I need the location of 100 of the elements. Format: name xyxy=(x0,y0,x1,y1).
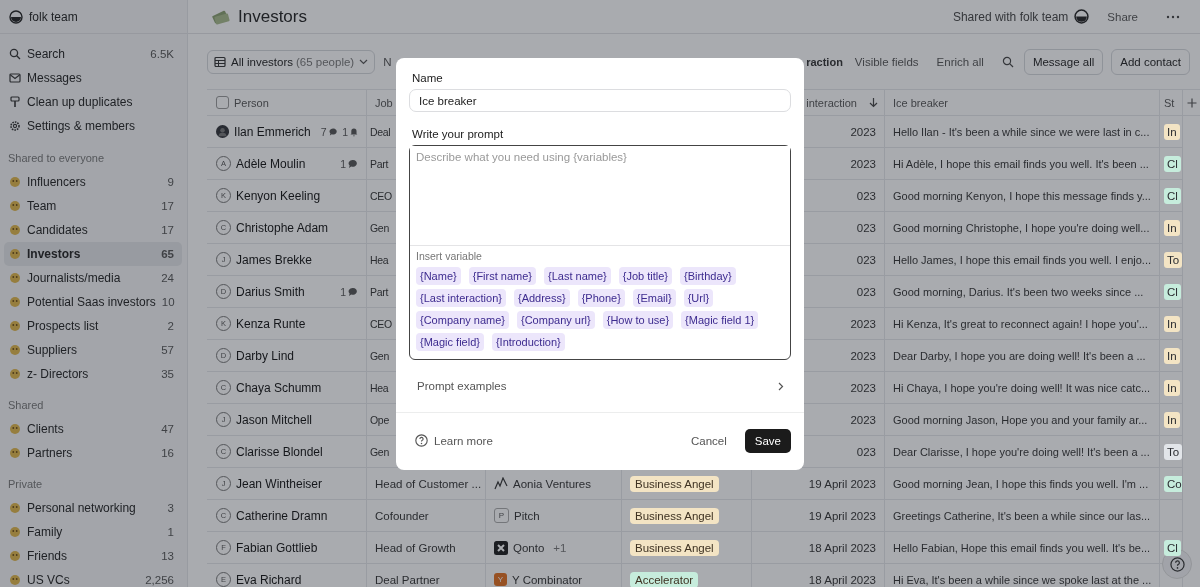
column-header[interactable]: Job xyxy=(375,96,393,109)
more-icon[interactable] xyxy=(1166,14,1180,19)
list-item[interactable]: Prospects list 2 xyxy=(4,314,182,338)
search-icon xyxy=(9,48,21,60)
status-tag: To xyxy=(1164,443,1182,460)
nav-label: Search xyxy=(27,47,66,61)
table-cell: Deal Partner xyxy=(375,573,440,586)
workspace-name[interactable]: folk team xyxy=(29,9,78,24)
toolbar-button[interactable]: Enrich all xyxy=(936,56,984,68)
sort-button[interactable]: raction xyxy=(806,56,843,68)
status-tag: In xyxy=(1164,315,1180,332)
person-name[interactable]: Adèle Moulin xyxy=(236,156,306,171)
variable-chip[interactable]: {Birthday} xyxy=(680,267,736,285)
list-item[interactable]: Clients 47 xyxy=(4,417,182,441)
list-item[interactable]: Potential Saas investors 10 xyxy=(4,290,182,314)
variable-chip[interactable]: {Email} xyxy=(632,289,676,307)
add-column-icon[interactable] xyxy=(1186,97,1197,108)
person-name[interactable]: Chaya Schumm xyxy=(236,380,322,395)
company-name[interactable]: Y Combinator xyxy=(512,573,583,586)
type-tag: Business Angel xyxy=(630,507,719,524)
person-name[interactable]: Jason Mitchell xyxy=(236,412,313,427)
column-header[interactable]: St xyxy=(1164,96,1175,109)
variable-chip[interactable]: {Magic field} xyxy=(416,333,484,351)
variable-chip[interactable]: {Introduction} xyxy=(491,333,565,351)
nav-label: Clean up duplicates xyxy=(27,95,133,109)
prompt-examples-row[interactable]: Prompt examples xyxy=(396,360,804,413)
variable-chip[interactable]: {Address} xyxy=(513,289,570,307)
list-item[interactable]: Family 1 xyxy=(4,520,182,544)
variable-chip[interactable]: {Company url} xyxy=(517,311,595,329)
variable-chip[interactable]: {Last name} xyxy=(544,267,611,285)
list-item[interactable]: Investors 65 xyxy=(4,242,182,266)
list-label: Personal networking xyxy=(27,501,136,515)
column-header[interactable]: Ice breaker xyxy=(893,96,949,109)
share-button[interactable]: Share xyxy=(1107,10,1138,23)
list-count: 3 xyxy=(167,502,174,514)
person-name[interactable]: Fabian Gottlieb xyxy=(236,540,318,555)
list-item[interactable]: Journalists/media 24 xyxy=(4,266,182,290)
person-name[interactable]: Catherine Dramn xyxy=(236,508,328,523)
person-name[interactable]: Kenyon Keeling xyxy=(236,188,321,203)
prompt-editor[interactable] xyxy=(409,145,791,360)
avatar-icon xyxy=(216,124,230,139)
person-name[interactable]: James Brekke xyxy=(236,252,313,267)
toolbar-button[interactable]: Add contact xyxy=(1111,49,1190,75)
search-icon[interactable] xyxy=(1001,56,1014,68)
column-header[interactable]: Person xyxy=(234,96,269,109)
company-name[interactable]: Qonto xyxy=(513,541,545,554)
variable-chip[interactable]: {First name} xyxy=(468,267,536,285)
list-item[interactable]: Influencers 9 xyxy=(4,170,182,194)
list-item[interactable]: Personal networking 3 xyxy=(4,496,182,520)
company-name[interactable]: Aonia Ventures xyxy=(513,477,591,490)
person-name[interactable]: Christophe Adam xyxy=(236,220,329,235)
save-button[interactable]: Save xyxy=(744,428,791,453)
variable-chip[interactable]: {Company name} xyxy=(416,311,509,329)
toolbar-button[interactable]: N xyxy=(383,56,392,68)
variable-chip[interactable]: {Url} xyxy=(683,289,714,307)
name-field[interactable]: Ice breaker xyxy=(409,89,791,112)
sort-down-icon[interactable] xyxy=(869,97,878,108)
learn-more-link[interactable]: Learn more xyxy=(415,434,493,447)
toolbar-button[interactable]: Message all xyxy=(1023,49,1104,75)
list-icon xyxy=(9,550,21,562)
list-item[interactable]: Partners 16 xyxy=(4,441,182,465)
person-name[interactable]: Clarisse Blondel xyxy=(236,444,323,459)
person-name[interactable]: Ilan Emmerich xyxy=(234,124,311,139)
person-name[interactable]: Kenza Runte xyxy=(236,316,306,331)
nav-item[interactable]: Search 6.5K xyxy=(4,42,182,66)
person-name[interactable]: Darby Lind xyxy=(236,348,295,363)
comment-icon xyxy=(348,158,358,169)
select-all-checkbox[interactable] xyxy=(216,96,229,109)
toolbar-button[interactable]: Visible fields xyxy=(854,56,919,68)
variable-chip[interactable]: {Job title} xyxy=(618,267,672,285)
variable-chip[interactable]: {Last interaction} xyxy=(416,289,506,307)
table-cell: Hi Eva, It's been a while since we spoke last at the ... xyxy=(893,573,1152,586)
list-label: Journalists/media xyxy=(27,271,121,285)
variable-chip[interactable]: {How to use} xyxy=(602,311,674,329)
variable-chip[interactable]: {Name} xyxy=(416,267,461,285)
list-item[interactable]: Team 17 xyxy=(4,194,182,218)
view-dropdown[interactable]: All investors (65 people) xyxy=(207,50,376,74)
list-item[interactable]: US VCs 2,256 xyxy=(4,568,182,587)
list-count: 57 xyxy=(161,344,174,356)
list-item[interactable]: Suppliers 57 xyxy=(4,338,182,362)
status-tag: Cl xyxy=(1164,155,1181,172)
column-header[interactable]: interaction xyxy=(806,96,857,109)
nav-item[interactable]: Settings & members xyxy=(4,114,182,138)
date-cell: 023 xyxy=(856,285,876,298)
list-item[interactable]: z- Directors 35 xyxy=(4,362,182,386)
status-tag: In xyxy=(1164,347,1180,364)
person-name[interactable]: Eva Richard xyxy=(236,572,302,587)
person-name[interactable]: Darius Smith xyxy=(236,284,305,299)
list-item[interactable]: Friends 13 xyxy=(4,544,182,568)
nav-item[interactable]: Messages xyxy=(4,66,182,90)
variable-chip[interactable]: {Phone} xyxy=(577,289,625,307)
person-name[interactable]: Jean Wintheiser xyxy=(236,476,323,491)
nav-item[interactable]: Clean up duplicates xyxy=(4,90,182,114)
list-label: Potential Saas investors xyxy=(27,295,156,309)
variable-chip[interactable]: {Magic field 1} xyxy=(681,311,759,329)
company-name[interactable]: Pitch xyxy=(514,509,540,522)
list-item[interactable]: Candidates 17 xyxy=(4,218,182,242)
cancel-button[interactable]: Cancel xyxy=(690,434,727,447)
prompt-field[interactable]: Describe what you need using {variables} xyxy=(410,146,790,246)
table-cell: Dear Clarisse, I hope you're doing well! It's been a ... xyxy=(893,445,1150,458)
